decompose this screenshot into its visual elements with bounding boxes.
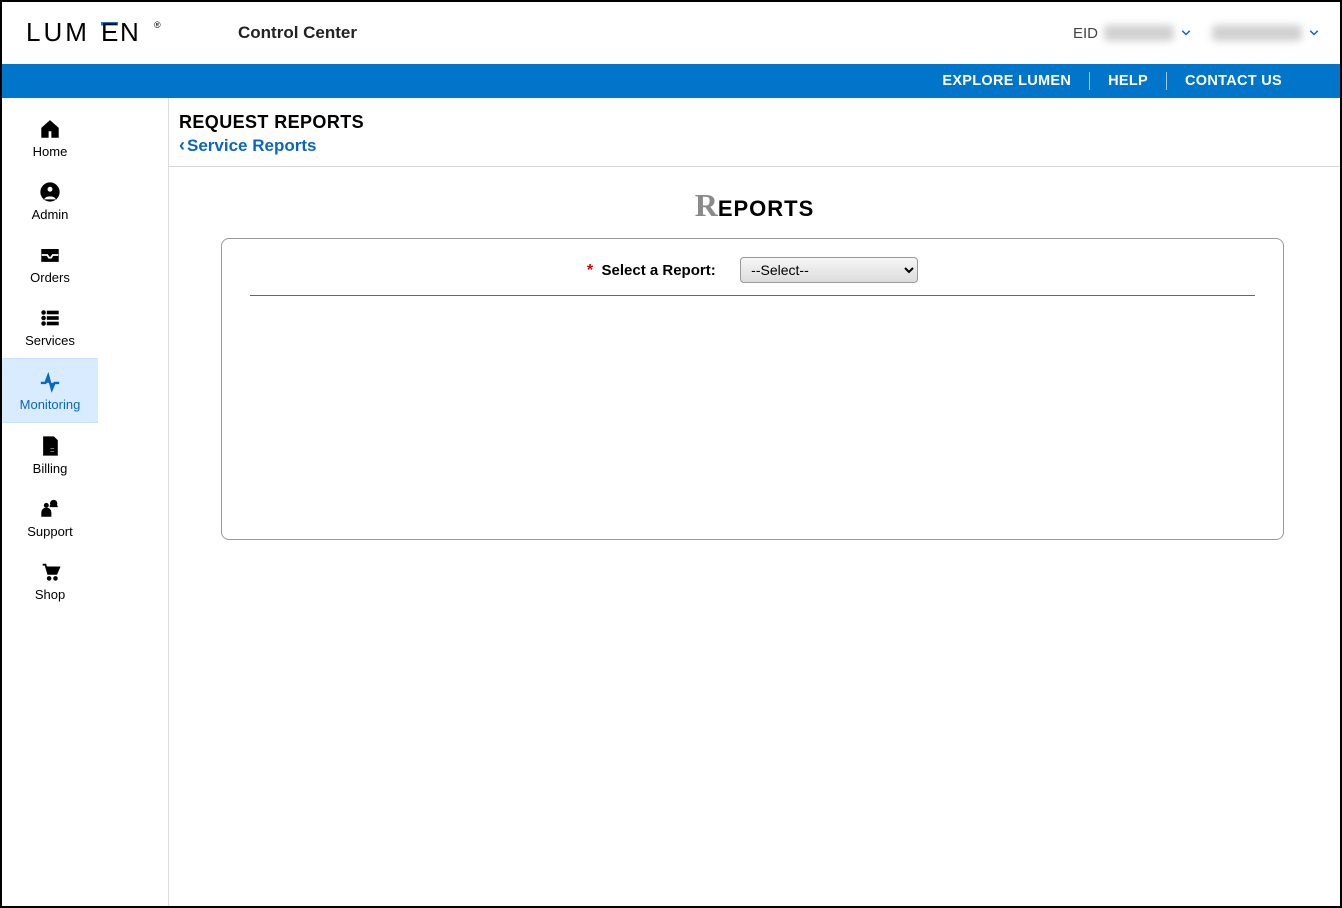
sidebar: Home Admin Orders Services — [2, 98, 98, 906]
svg-text:E: E — [101, 19, 121, 47]
chevron-down-icon — [1308, 27, 1320, 39]
home-icon — [38, 118, 62, 140]
back-link-label: Service Reports — [187, 136, 316, 156]
sidebar-item-support[interactable]: Support — [2, 486, 98, 549]
sidebar-item-admin[interactable]: Admin — [2, 169, 98, 232]
cart-icon — [38, 561, 62, 583]
nav-explore-lumen[interactable]: EXPLORE LUMEN — [924, 72, 1089, 90]
inbox-icon — [38, 244, 62, 266]
select-report-dropdown[interactable]: --Select-- — [740, 257, 918, 283]
sidebar-item-monitoring[interactable]: Monitoring — [2, 358, 98, 423]
app-title: Control Center — [238, 23, 357, 43]
list-icon — [38, 307, 62, 329]
top-header: LUM E N ® Control Center EID — [2, 2, 1340, 64]
utility-nav: EXPLORE LUMEN HELP CONTACT US — [2, 64, 1340, 98]
svg-text:N: N — [120, 19, 142, 47]
main-content: REQUEST REPORTS ‹ Service Reports REPORT… — [98, 98, 1340, 906]
report-panel: * Select a Report: --Select-- — [221, 238, 1284, 540]
user-circle-icon — [38, 181, 62, 203]
svg-text:®: ® — [154, 20, 161, 30]
section-title: REPORTS — [169, 187, 1340, 224]
sidebar-item-label: Services — [25, 333, 75, 348]
sidebar-item-label: Orders — [30, 270, 70, 285]
divider — [169, 166, 1340, 167]
select-report-label: Select a Report: — [602, 262, 716, 279]
sidebar-item-orders[interactable]: Orders — [2, 232, 98, 295]
sidebar-item-label: Billing — [33, 461, 68, 476]
sidebar-item-services[interactable]: Services — [2, 295, 98, 358]
support-icon — [38, 498, 62, 520]
sidebar-item-billing[interactable]: $ Billing — [2, 423, 98, 486]
nav-help[interactable]: HELP — [1089, 72, 1166, 90]
required-indicator: * — [587, 262, 593, 279]
eid-dropdown[interactable]: EID — [1073, 25, 1192, 42]
sidebar-item-label: Admin — [32, 207, 69, 222]
sidebar-item-label: Monitoring — [20, 397, 81, 412]
activity-icon — [38, 371, 62, 393]
eid-label: EID — [1073, 25, 1098, 42]
chevron-down-icon — [1180, 27, 1192, 39]
chevron-left-icon: ‹ — [179, 135, 185, 156]
divider — [250, 295, 1255, 296]
username-redacted — [1212, 25, 1302, 41]
nav-contact-us[interactable]: CONTACT US — [1166, 72, 1300, 90]
eid-value-redacted — [1104, 25, 1174, 41]
lumen-logo-svg: LUM E N ® — [26, 19, 166, 47]
lumen-logo[interactable]: LUM E N ® — [26, 19, 166, 47]
invoice-icon: $ — [38, 435, 62, 457]
sidebar-item-shop[interactable]: Shop — [2, 549, 98, 612]
sidebar-item-label: Shop — [35, 587, 65, 602]
sidebar-item-label: Support — [27, 524, 73, 539]
back-link-service-reports[interactable]: ‹ Service Reports — [179, 135, 316, 156]
sidebar-item-label: Home — [33, 144, 68, 159]
page-title: REQUEST REPORTS — [179, 112, 1340, 133]
svg-text:LUM: LUM — [26, 19, 90, 47]
user-dropdown[interactable] — [1212, 25, 1320, 41]
sidebar-item-home[interactable]: Home — [2, 106, 98, 169]
